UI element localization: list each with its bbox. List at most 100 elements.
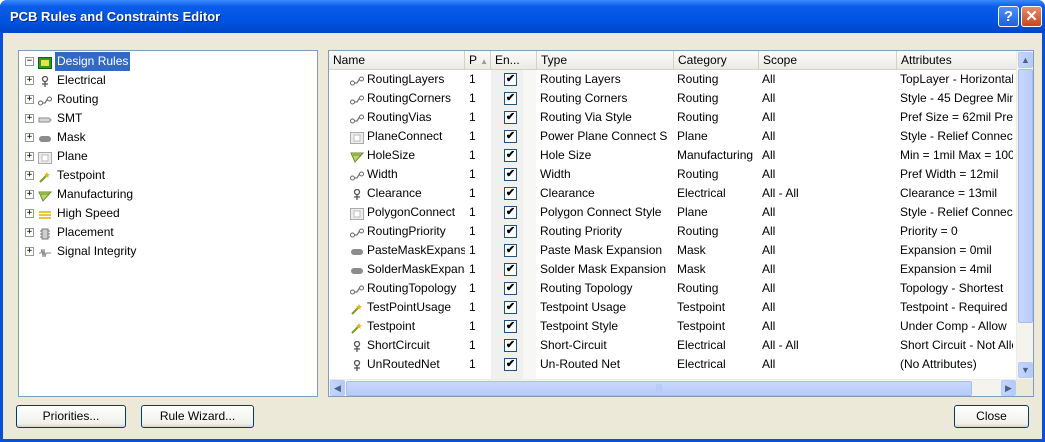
enabled-checkbox[interactable]: ✔ bbox=[504, 339, 517, 352]
column-header-scope[interactable]: Scope bbox=[759, 51, 897, 70]
expand-icon[interactable]: + bbox=[25, 76, 34, 85]
enabled-checkbox[interactable]: ✔ bbox=[504, 187, 517, 200]
tree-item-signal-integrity[interactable]: + Signal Integrity bbox=[25, 242, 138, 261]
table-row[interactable]: TestPointUsage 1 ✔ Testpoint Usage Testpoint… bbox=[329, 298, 1013, 317]
column-header-attributes[interactable]: Attributes bbox=[897, 51, 1017, 70]
tree-item-electrical[interactable]: + Electrical bbox=[25, 71, 108, 90]
vertical-scrollbar[interactable]: ▲ ▼ bbox=[1016, 51, 1033, 379]
tree-item-label: SMT bbox=[57, 111, 83, 125]
cell-attributes: Style - Relief Connect bbox=[900, 129, 1013, 143]
scroll-left-icon[interactable]: ◀ bbox=[330, 380, 345, 396]
tree-item-placement[interactable]: + Placement bbox=[25, 223, 116, 242]
horizontal-scroll-thumb[interactable]: ||| bbox=[346, 381, 972, 396]
expand-icon[interactable]: + bbox=[25, 171, 34, 180]
enabled-checkbox[interactable]: ✔ bbox=[504, 263, 517, 276]
enabled-checkbox[interactable]: ✔ bbox=[504, 206, 517, 219]
priorities-button[interactable]: Priorities... bbox=[16, 405, 126, 428]
electrical-icon bbox=[350, 188, 364, 200]
table-row[interactable]: RoutingTopology 1 ✔ Routing Topology Routing… bbox=[329, 279, 1013, 298]
enabled-checkbox[interactable]: ✔ bbox=[504, 168, 517, 181]
expand-icon[interactable]: + bbox=[25, 95, 34, 104]
column-header-enabled[interactable]: En... bbox=[491, 51, 537, 70]
cell-type: Power Plane Connect S bbox=[540, 129, 668, 143]
cell-priority: 1 bbox=[469, 129, 476, 143]
cell-scope: All bbox=[762, 167, 776, 181]
table-row[interactable]: RoutingCorners 1 ✔ Routing Corners Routing Al… bbox=[329, 89, 1013, 108]
grid-header: Name P ▲ En... Type Category Scope Attri… bbox=[329, 51, 1033, 70]
table-row[interactable]: Testpoint 1 ✔ Testpoint Style Testpoint All Un… bbox=[329, 317, 1013, 336]
enabled-checkbox[interactable]: ✔ bbox=[504, 73, 517, 86]
cell-enabled: ✔ bbox=[491, 165, 523, 184]
expand-icon[interactable]: + bbox=[25, 228, 34, 237]
table-row[interactable]: Clearance 1 ✔ Clearance Electrical All - All C… bbox=[329, 184, 1013, 203]
tree-item-manufacturing[interactable]: + Manufacturing bbox=[25, 185, 135, 204]
cell-enabled: ✔ bbox=[491, 260, 523, 279]
table-row[interactable]: PasteMaskExpansion 1 ✔ Paste Mask Expansion… bbox=[329, 241, 1013, 260]
tree-item-label: Placement bbox=[57, 225, 114, 239]
cell-attributes: Style - Relief Connect bbox=[900, 205, 1013, 219]
table-row[interactable]: ShortCircuit 1 ✔ Short-Circuit Electrical All… bbox=[329, 336, 1013, 355]
close-window-button[interactable]: ✕ bbox=[1021, 6, 1042, 27]
scroll-right-icon[interactable]: ▶ bbox=[1001, 380, 1016, 396]
cell-scope: All - All bbox=[762, 186, 799, 200]
enabled-checkbox[interactable]: ✔ bbox=[504, 225, 517, 238]
rules-grid[interactable]: Name P ▲ En... Type Category Scope Attri… bbox=[328, 50, 1034, 397]
table-row[interactable]: RoutingPriority 1 ✔ Routing Priority Routing… bbox=[329, 222, 1013, 241]
scroll-up-icon[interactable]: ▲ bbox=[1018, 52, 1033, 68]
cell-type: Testpoint Usage bbox=[540, 300, 627, 314]
column-header-name[interactable]: Name bbox=[329, 51, 465, 70]
rules-tree[interactable]: − Design Rules + Electrical + Routing + SMT + M… bbox=[18, 50, 318, 397]
table-row[interactable]: PolygonConnect 1 ✔ Polygon Connect Style Pla… bbox=[329, 203, 1013, 222]
enabled-checkbox[interactable]: ✔ bbox=[504, 92, 517, 105]
expand-icon[interactable]: + bbox=[25, 133, 34, 142]
help-button[interactable]: ? bbox=[998, 6, 1019, 27]
expand-icon[interactable]: + bbox=[25, 152, 34, 161]
table-row[interactable]: SolderMaskExpansion 1 ✔ Solder Mask Expansi… bbox=[329, 260, 1013, 279]
enabled-checkbox[interactable]: ✔ bbox=[504, 130, 517, 143]
column-header-priority[interactable]: P ▲ bbox=[465, 51, 491, 70]
cell-category: Mask bbox=[677, 243, 706, 257]
tree-item-mask[interactable]: + Mask bbox=[25, 128, 88, 147]
tree-item-routing[interactable]: + Routing bbox=[25, 90, 100, 109]
enabled-checkbox[interactable]: ✔ bbox=[504, 301, 517, 314]
horizontal-scrollbar[interactable]: ◀ ||| ▶ bbox=[329, 379, 1017, 396]
scroll-down-icon[interactable]: ▼ bbox=[1018, 362, 1033, 378]
enabled-checkbox[interactable]: ✔ bbox=[504, 244, 517, 257]
tree-root-design-rules[interactable]: − Design Rules bbox=[25, 52, 131, 71]
table-row[interactable]: Width 1 ✔ Width Routing All Pref Width = 12mil bbox=[329, 165, 1013, 184]
testpoint-icon bbox=[350, 302, 364, 315]
cell-scope: All bbox=[762, 110, 776, 124]
table-row[interactable]: PlaneConnect 1 ✔ Power Plane Connect S Plane… bbox=[329, 127, 1013, 146]
expand-icon[interactable]: + bbox=[25, 114, 34, 123]
enabled-checkbox[interactable]: ✔ bbox=[504, 282, 517, 295]
rule-wizard-button[interactable]: Rule Wizard... bbox=[141, 405, 254, 428]
close-button[interactable]: Close bbox=[954, 405, 1029, 428]
vertical-scroll-thumb[interactable] bbox=[1018, 69, 1033, 323]
title-bar[interactable]: PCB Rules and Constraints Editor ? ✕ bbox=[0, 0, 1045, 33]
collapse-icon[interactable]: − bbox=[25, 57, 34, 66]
tree-item-smt[interactable]: + SMT bbox=[25, 109, 84, 128]
table-row[interactable]: HoleSize 1 ✔ Hole Size Manufacturing All Min =… bbox=[329, 146, 1013, 165]
enabled-checkbox[interactable]: ✔ bbox=[504, 320, 517, 333]
tree-item-plane[interactable]: + Plane bbox=[25, 147, 90, 166]
tree-item-testpoint[interactable]: + Testpoint bbox=[25, 166, 107, 185]
cell-category: Routing bbox=[677, 110, 719, 124]
enabled-checkbox[interactable]: ✔ bbox=[504, 111, 517, 124]
expand-icon[interactable]: + bbox=[25, 209, 34, 218]
table-row[interactable]: RoutingLayers 1 ✔ Routing Layers Routing All T… bbox=[329, 70, 1013, 89]
routing-icon bbox=[350, 226, 364, 238]
rule-name: PolygonConnect bbox=[367, 205, 456, 219]
placement-icon bbox=[38, 227, 52, 239]
expand-icon[interactable]: + bbox=[25, 247, 34, 256]
cell-priority: 1 bbox=[469, 186, 476, 200]
column-header-type[interactable]: Type bbox=[537, 51, 674, 70]
expand-icon[interactable]: + bbox=[25, 190, 34, 199]
column-header-category[interactable]: Category bbox=[674, 51, 759, 70]
cell-name: TestPointUsage bbox=[347, 298, 465, 317]
enabled-checkbox[interactable]: ✔ bbox=[504, 358, 517, 371]
enabled-checkbox[interactable]: ✔ bbox=[504, 149, 517, 162]
sort-arrow-icon: ▲ bbox=[480, 57, 489, 66]
tree-item-high-speed[interactable]: + High Speed bbox=[25, 204, 122, 223]
table-row[interactable]: RoutingVias 1 ✔ Routing Via Style Routing All… bbox=[329, 108, 1013, 127]
table-row[interactable]: UnRoutedNet 1 ✔ Un-Routed Net Electrical All (… bbox=[329, 355, 1013, 374]
